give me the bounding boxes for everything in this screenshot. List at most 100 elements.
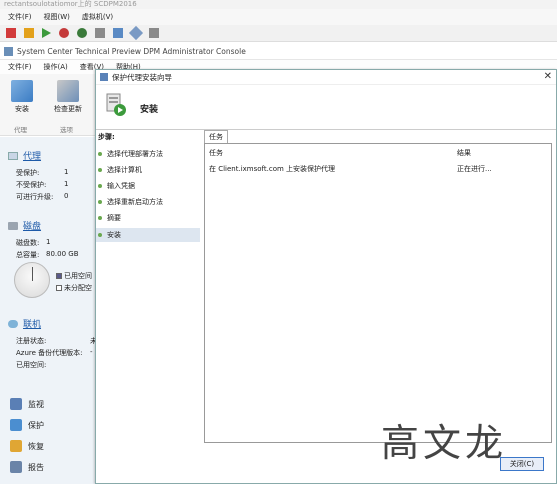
nav-protection-label: 保护	[28, 420, 44, 430]
online-section-link[interactable]: 联机	[8, 317, 41, 330]
agents-unprotected-value: 1	[64, 180, 69, 188]
column-header-task[interactable]: 任务	[209, 148, 223, 158]
agents-protected-label: 受保护:	[16, 169, 40, 177]
close-button[interactable]: 关闭(C)	[500, 457, 544, 471]
step-label: 选择重新启动方法	[107, 198, 163, 206]
check-updates-button[interactable]: 检查更新	[46, 76, 90, 114]
revert-icon[interactable]	[113, 28, 123, 38]
task-name: 在 Client.ixmsoft.com 上安装保护代理	[209, 165, 336, 173]
monitor-icon	[10, 398, 22, 410]
protect-icon	[10, 419, 22, 431]
online-registration-label: 注册状态:	[16, 337, 47, 345]
wizard-app-icon	[100, 73, 108, 81]
stop-icon[interactable]	[6, 28, 16, 38]
nav-protection[interactable]: 保护	[10, 419, 44, 431]
nav-recovery-label: 恢复	[28, 441, 44, 451]
step-status-icon	[98, 168, 102, 172]
nav-reporting-label: 报告	[28, 462, 44, 472]
legend-used: 已用空间	[56, 271, 92, 281]
gauge-needle	[32, 267, 33, 281]
reset-icon[interactable]	[59, 28, 69, 38]
step-status-icon	[98, 216, 102, 220]
vm-menu-file[interactable]: 文件(F)	[8, 12, 32, 22]
agents-upgradable-label: 可进行升级:	[16, 193, 54, 201]
step-status-icon	[98, 152, 102, 156]
step-label: 选择计算机	[107, 166, 142, 174]
disk-capacity-value: 80.00 GB	[46, 250, 79, 258]
legend-used-swatch	[56, 273, 62, 279]
vm-menu-vm[interactable]: 虚拟机(V)	[82, 12, 113, 22]
nav-reporting[interactable]: 报告	[10, 461, 44, 473]
ribbon-group-agents: 代理	[14, 126, 27, 134]
navigation-pane: 代理 受保护: 1 不受保护: 1 可进行升级: 0 磁盘 磁盘数: 1 总容量…	[0, 137, 97, 484]
step-label: 选择代理部署方法	[107, 150, 163, 158]
wizard-titlebar: 保护代理安装向导	[96, 70, 556, 85]
install-agent-button[interactable]: 安装	[2, 76, 42, 114]
disk-capacity-label: 总容量:	[16, 251, 40, 259]
snapshot-icon[interactable]	[95, 28, 105, 38]
nav-monitoring[interactable]: 监视	[10, 398, 44, 410]
recovery-icon	[10, 440, 22, 452]
dpm-app-icon	[4, 46, 13, 56]
column-header-result[interactable]: 结果	[457, 148, 471, 158]
enhanced-session-icon[interactable]	[128, 25, 144, 41]
shutdown-icon[interactable]	[77, 28, 87, 38]
step-credentials[interactable]: 输入凭据	[96, 179, 200, 193]
vm-menu-view[interactable]: 视图(W)	[44, 12, 70, 22]
agents-title: 代理	[23, 152, 42, 162]
install-agent-icon	[11, 80, 33, 102]
step-status-icon	[98, 184, 102, 188]
step-status-icon	[98, 233, 102, 237]
step-deployment-method[interactable]: 选择代理部署方法	[96, 147, 200, 161]
step-status-icon	[98, 200, 102, 204]
cloud-icon	[8, 319, 18, 328]
agents-protected-value: 1	[64, 168, 69, 176]
step-label: 摘要	[107, 214, 121, 222]
step-summary[interactable]: 摘要	[96, 211, 200, 225]
check-updates-label: 检查更新	[54, 105, 82, 113]
console-title: System Center Technical Preview DPM Admi…	[17, 46, 246, 56]
legend-unallocated: 未分配空	[56, 283, 92, 293]
wizard-page-title: 安装	[140, 105, 159, 115]
pause-icon[interactable]	[24, 28, 34, 38]
tab-tasks[interactable]: 任务	[204, 130, 228, 143]
nav-recovery[interactable]: 恢复	[10, 440, 44, 452]
step-label: 输入凭据	[107, 182, 135, 190]
agents-section-link[interactable]: 代理	[8, 149, 41, 162]
play-icon[interactable]	[42, 28, 51, 38]
ribbon: 安装 检查更新 代理 选项	[0, 74, 100, 136]
nav-monitoring-label: 监视	[28, 399, 44, 409]
report-icon	[10, 461, 22, 473]
disk-icon	[8, 221, 18, 230]
menu-file[interactable]: 文件(F)	[8, 62, 32, 72]
online-agent-version-value: -	[90, 348, 93, 356]
agents-icon	[8, 151, 18, 160]
legend-unalloc-label: 未分配空	[64, 284, 92, 292]
menu-action[interactable]: 操作(A)	[44, 62, 68, 72]
steps-label: 步骤:	[98, 133, 115, 141]
close-icon[interactable]: ✕	[544, 71, 552, 82]
task-result: 正在进行...	[457, 165, 492, 173]
install-agent-label: 安装	[15, 105, 29, 113]
step-restart-method[interactable]: 选择重新启动方法	[96, 195, 200, 209]
header-divider	[96, 129, 556, 130]
vm-title: rectantsoulotatiomor上的 SCDPM2016	[0, 0, 557, 9]
wizard-header: 安装	[96, 85, 556, 129]
step-install[interactable]: 安装	[96, 228, 200, 242]
console-titlebar: System Center Technical Preview DPM Admi…	[0, 43, 557, 60]
disk-count-value: 1	[46, 238, 51, 246]
task-list: 任务 结果 在 Client.ixmsoft.com 上安装保护代理 正在进行.…	[204, 143, 552, 443]
disks-title: 磁盘	[23, 222, 42, 232]
disk-count-label: 磁盘数:	[16, 239, 40, 247]
ribbon-group-options: 选项	[60, 126, 73, 134]
legend-unalloc-swatch	[56, 285, 62, 291]
online-agent-version-label: Azure 备份代理版本:	[16, 349, 83, 357]
online-title: 联机	[23, 320, 42, 330]
step-select-computers[interactable]: 选择计算机	[96, 163, 200, 177]
wizard-title: 保护代理安装向导	[112, 72, 172, 82]
share-icon[interactable]	[149, 28, 159, 38]
vm-toolbar	[0, 25, 557, 42]
disks-section-link[interactable]: 磁盘	[8, 219, 41, 232]
agents-upgradable-value: 0	[64, 192, 69, 200]
agents-unprotected-label: 不受保护:	[16, 181, 47, 189]
